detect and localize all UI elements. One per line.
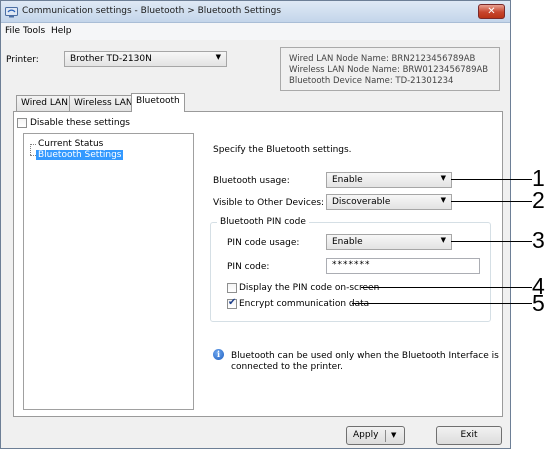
pin-code-field[interactable]: ******* (326, 258, 480, 274)
menu-bar: File Tools Help (1, 23, 510, 40)
pin-code-label: PIN code: (227, 262, 270, 272)
callout-line-3 (451, 241, 532, 242)
apply-button[interactable]: Apply ▼ (346, 426, 405, 445)
bluetooth-usage-value: Enable (332, 175, 363, 185)
visible-devices-value: Discoverable (332, 197, 391, 207)
communication-settings-window: Communication settings - Bluetooth > Blu… (0, 0, 511, 449)
title-bar[interactable]: Communication settings - Bluetooth > Blu… (1, 1, 510, 23)
exit-button[interactable]: Exit (436, 426, 502, 445)
display-pin-label: Display the PIN code on-screen (239, 283, 380, 293)
callout-line-4 (361, 287, 532, 288)
visible-devices-label: Visible to Other Devices: (213, 198, 325, 208)
callout-line-1 (451, 179, 532, 180)
chevron-down-icon: ▼ (440, 236, 446, 244)
split-divider (385, 430, 386, 442)
menu-help[interactable]: Help (51, 26, 72, 36)
bluetooth-device-name: Bluetooth Device Name: TD-21301234 (289, 76, 454, 86)
disable-settings-checkbox[interactable] (17, 118, 27, 128)
bluetooth-note-line2: connected to the printer. (231, 362, 343, 372)
bluetooth-usage-label: Bluetooth usage: (213, 176, 290, 186)
pin-usage-select[interactable]: Enable ▼ (326, 234, 452, 250)
tree-item-current-status[interactable]: Current Status (36, 139, 105, 149)
menu-file[interactable]: File (5, 26, 20, 36)
tree-connector (30, 144, 31, 155)
chevron-down-icon: ▼ (440, 174, 446, 182)
bluetooth-usage-select[interactable]: Enable ▼ (326, 172, 452, 188)
disable-settings-label: Disable these settings (30, 118, 130, 128)
apply-button-label: Apply (353, 430, 379, 440)
info-icon: i (213, 349, 224, 360)
node-info-box: Wired LAN Node Name: BRN2123456789AB Wir… (280, 47, 500, 91)
chevron-down-icon[interactable]: ▼ (391, 427, 396, 444)
close-button[interactable]: ✕ (478, 4, 505, 19)
menu-tools[interactable]: Tools (23, 26, 45, 36)
tab-wired-lan[interactable]: Wired LAN (16, 95, 73, 112)
display-pin-checkbox[interactable] (227, 283, 237, 293)
chevron-down-icon: ▼ (440, 196, 446, 204)
callout-number-3: 3 (532, 227, 545, 253)
printer-select[interactable]: Brother TD-2130N ▼ (64, 51, 227, 67)
tab-wireless-lan[interactable]: Wireless LAN (69, 95, 138, 112)
pin-usage-value: Enable (332, 237, 363, 247)
printer-label: Printer: (6, 55, 39, 65)
bluetooth-note-line1: Bluetooth can be used only when the Blue… (231, 351, 499, 361)
settings-tree: Current Status Bluetooth Settings (23, 133, 194, 410)
callout-line-5 (352, 303, 532, 304)
pin-usage-label: PIN code usage: (227, 238, 300, 248)
encrypt-data-label: Encrypt communication data (239, 299, 370, 309)
window-title: Communication settings - Bluetooth > Blu… (22, 6, 282, 16)
callout-number-2: 2 (532, 187, 545, 213)
encrypt-data-checkbox[interactable]: ✔ (227, 297, 237, 309)
app-icon (5, 7, 18, 18)
printer-select-value: Brother TD-2130N (70, 54, 152, 64)
wireless-node-name: Wireless LAN Node Name: BRW0123456789AB (289, 65, 489, 75)
wired-node-name: Wired LAN Node Name: BRN2123456789AB (289, 54, 476, 64)
visible-devices-select[interactable]: Discoverable ▼ (326, 194, 452, 210)
tab-bluetooth[interactable]: Bluetooth (131, 93, 185, 112)
chevron-down-icon: ▼ (215, 53, 221, 61)
pin-code-group-title: Bluetooth PIN code (217, 217, 309, 227)
settings-heading: Specify the Bluetooth settings. (213, 145, 352, 155)
tree-item-bluetooth-settings[interactable]: Bluetooth Settings (36, 150, 124, 160)
checkmark-icon: ✔ (228, 297, 237, 308)
callout-number-5: 5 (532, 290, 545, 316)
callout-line-2 (451, 201, 532, 202)
